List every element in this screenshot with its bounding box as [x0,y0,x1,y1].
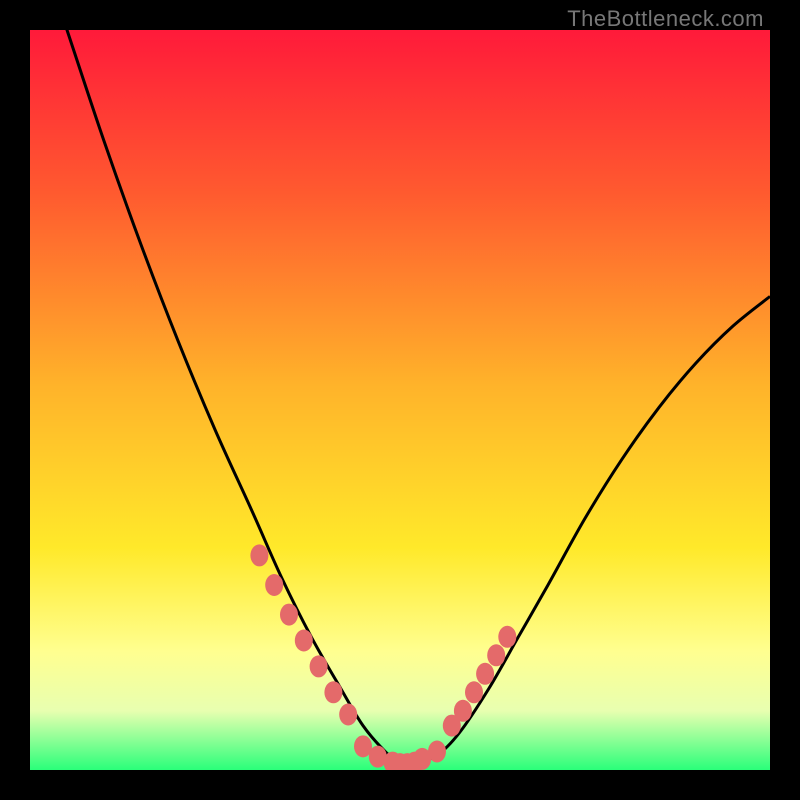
curve-marker [295,630,313,652]
curve-marker [498,626,516,648]
gradient-rect [30,30,770,770]
chart-frame [30,30,770,770]
curve-marker [428,741,446,763]
curve-marker [324,681,342,703]
curve-marker [250,544,268,566]
curve-marker [465,681,483,703]
curve-marker [310,655,328,677]
curve-marker [476,663,494,685]
curve-marker [454,700,472,722]
watermark-text: TheBottleneck.com [567,6,764,32]
bottleneck-chart [30,30,770,770]
curve-marker [280,604,298,626]
curve-marker [265,574,283,596]
curve-marker [487,644,505,666]
curve-marker [339,704,357,726]
